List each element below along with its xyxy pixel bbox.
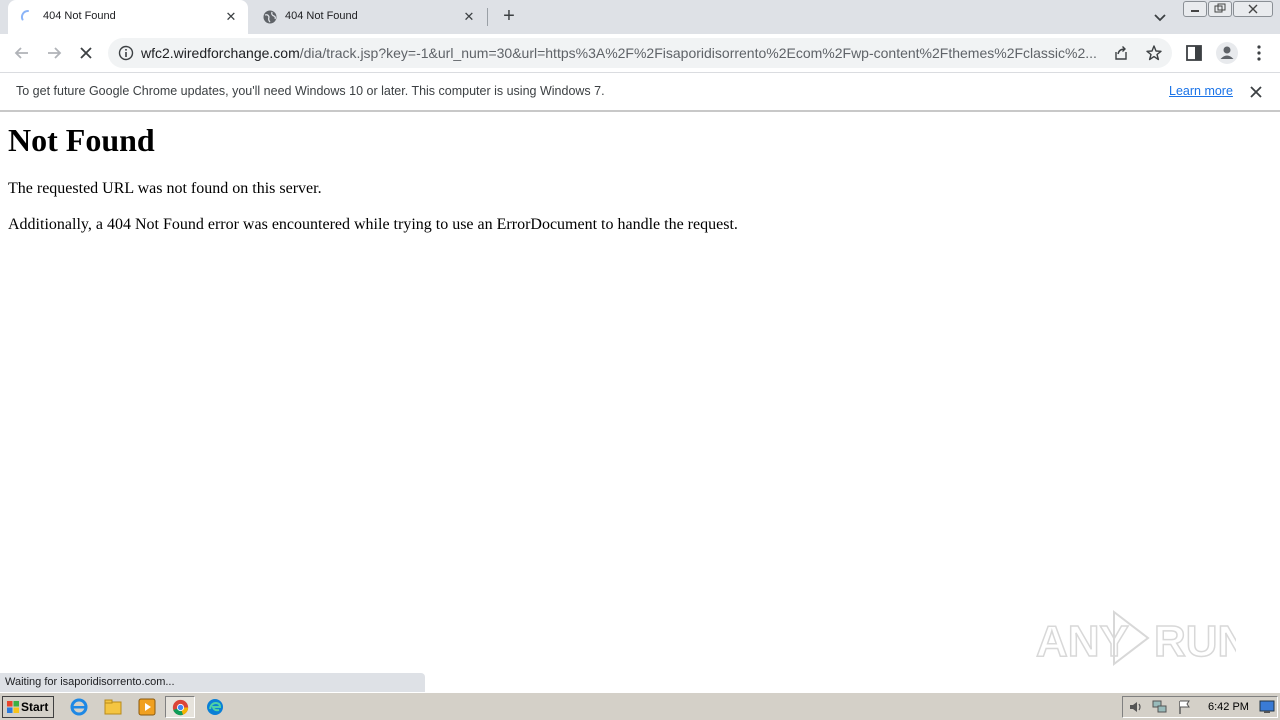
taskbar: Start 6:42 PM	[0, 692, 1280, 720]
tab-search-chevron-icon[interactable]	[1151, 8, 1169, 26]
globe-icon	[263, 10, 277, 24]
tab-inactive[interactable]: 404 Not Found ✕	[250, 0, 486, 34]
tab-close-icon[interactable]: ✕	[222, 8, 240, 26]
back-arrow-icon[interactable]	[12, 43, 32, 63]
address-bar[interactable]: wfc2.wiredforchange.com/dia/track.jsp?ke…	[108, 38, 1172, 68]
url-path: /dia/track.jsp?key=-1&url_num=30&url=htt…	[299, 45, 1097, 61]
tab-separator	[487, 8, 488, 26]
side-panel-icon[interactable]	[1184, 43, 1204, 63]
profile-avatar-icon[interactable]	[1215, 41, 1239, 65]
learn-more-link[interactable]: Learn more	[1169, 84, 1233, 98]
share-icon[interactable]	[1113, 45, 1129, 61]
tab-active[interactable]: 404 Not Found ✕	[8, 0, 248, 34]
tab-close-icon[interactable]: ✕	[460, 8, 478, 26]
file-explorer-icon[interactable]	[103, 697, 123, 717]
url-host: wfc2.wiredforchange.com	[141, 45, 300, 61]
restore-icon	[1214, 3, 1226, 13]
chrome-taskbar-button[interactable]	[165, 696, 195, 718]
system-tray	[1122, 696, 1278, 718]
media-player-icon[interactable]	[137, 697, 157, 717]
infobar-message: To get future Google Chrome updates, you…	[16, 84, 605, 98]
tab-strip: 404 Not Found ✕ 404 Not Found ✕ +	[0, 0, 1280, 34]
volume-icon[interactable]	[1128, 699, 1144, 715]
url-text[interactable]: wfc2.wiredforchange.com/dia/track.jsp?ke…	[141, 45, 1103, 61]
tab-title: 404 Not Found	[43, 10, 116, 22]
clock: 6:42 PM	[1208, 701, 1249, 713]
update-infobar: To get future Google Chrome updates, you…	[0, 72, 1280, 112]
internet-explorer-icon[interactable]	[69, 697, 89, 717]
minimize-button[interactable]	[1183, 1, 1207, 17]
browser-toolbar: wfc2.wiredforchange.com/dia/track.jsp?ke…	[0, 34, 1280, 72]
error-detail: Additionally, a 404 Not Found error was …	[8, 216, 738, 233]
close-icon	[1248, 4, 1258, 14]
close-icon[interactable]	[1247, 83, 1265, 101]
page-heading: Not Found	[8, 122, 155, 158]
restore-button[interactable]	[1208, 1, 1232, 17]
chrome-icon	[172, 699, 189, 716]
show-desktop-icon[interactable]	[1259, 700, 1275, 714]
status-bubble: Waiting for isaporidisorrento.com...	[0, 673, 425, 692]
page-content: Not Found The requested URL was not foun…	[0, 112, 1280, 672]
close-window-button[interactable]	[1233, 1, 1273, 17]
loading-spinner-icon	[20, 9, 29, 21]
tab-title: 404 Not Found	[285, 10, 358, 22]
minimize-icon	[1191, 10, 1199, 12]
edge-icon[interactable]	[205, 697, 225, 717]
anyrun-watermark-logo: ANY RUN	[1036, 609, 1236, 667]
bookmark-star-icon[interactable]	[1145, 44, 1163, 62]
stop-loading-icon[interactable]	[76, 43, 96, 63]
error-message: The requested URL was not found on this …	[8, 180, 322, 197]
start-button[interactable]: Start	[2, 696, 54, 718]
forward-arrow-icon[interactable]	[44, 43, 64, 63]
network-icon[interactable]	[1152, 699, 1168, 715]
status-text: Waiting for isaporidisorrento.com...	[5, 676, 175, 688]
menu-kebab-icon[interactable]	[1249, 43, 1269, 63]
action-center-flag-icon[interactable]	[1177, 699, 1193, 715]
svg-text:RUN: RUN	[1154, 617, 1236, 666]
new-tab-button[interactable]: +	[498, 6, 520, 28]
windows-flag-icon	[7, 701, 19, 713]
start-label: Start	[21, 700, 49, 714]
info-icon[interactable]	[118, 45, 134, 61]
